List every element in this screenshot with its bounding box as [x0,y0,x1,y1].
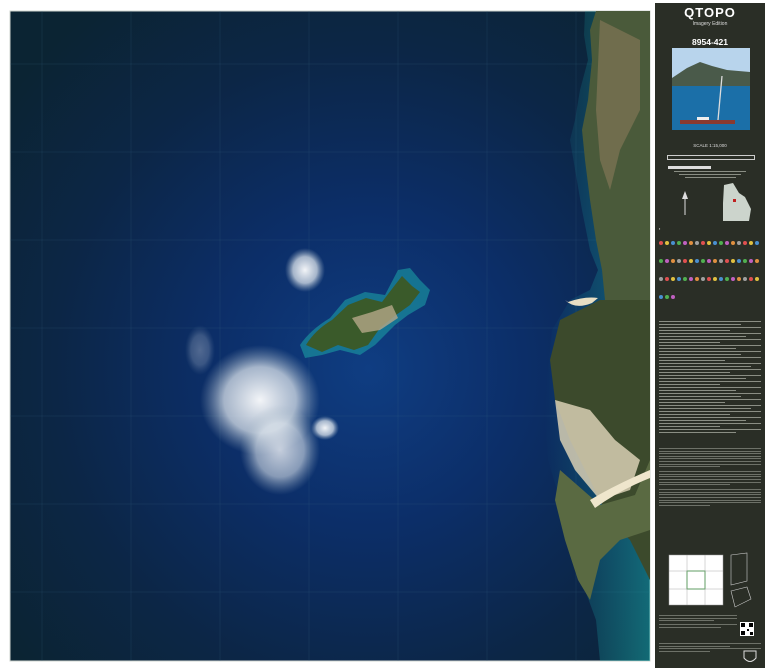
projection-notes [659,171,761,180]
footer-text [659,615,737,629]
scale-label: SCALE 1:15,000 [693,143,727,148]
map-title: QTOPO [684,5,736,20]
map-subtitle: Imagery Edition [692,21,728,27]
sheet-number: 8954-421 [692,37,728,47]
map-sidebar: QTOPO Imagery Edition 8954-421 SCALE 1:1… [655,3,765,668]
qr-code-icon [740,622,754,636]
sheet-index-diagram [668,552,752,608]
legend-lines [659,321,761,435]
legend-heading: ▪ [659,227,661,231]
disclaimer-text [659,448,761,507]
queensland-locator-icon [723,183,751,221]
north-arrow-icon [682,191,688,215]
satellite-map[interactable] [0,0,768,671]
cover-photo [672,48,750,130]
qld-crest-icon [743,650,757,662]
scale-bar [667,155,755,169]
legend-symbols [659,233,761,305]
